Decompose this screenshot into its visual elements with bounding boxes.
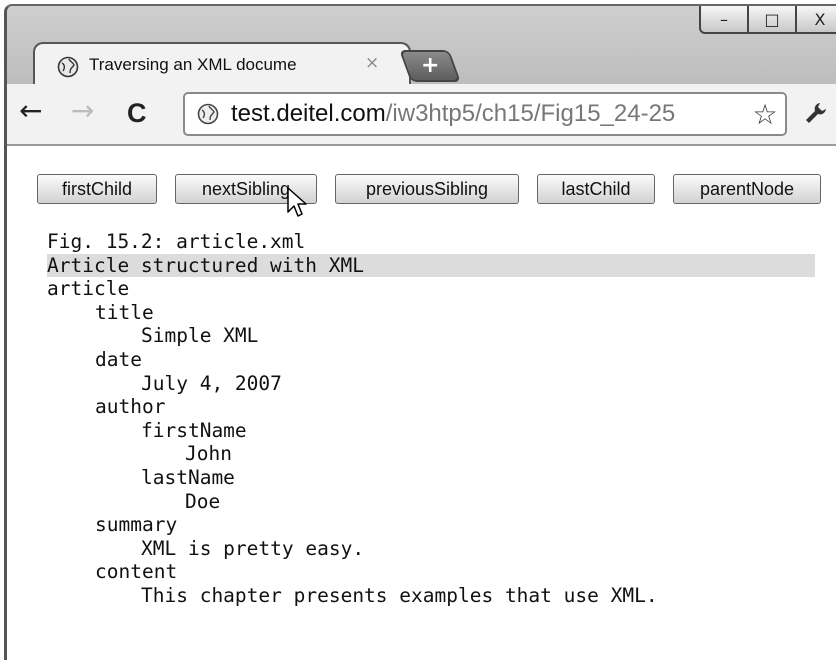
tree-text-summary: XML is pretty easy. xyxy=(141,536,365,560)
reload-button[interactable]: C xyxy=(127,98,147,128)
tree-text-content: This chapter presents examples that use … xyxy=(141,583,658,607)
tree-node-lastname: lastName xyxy=(141,465,235,489)
tree-node-date: date xyxy=(95,347,142,371)
tree-node-author: author xyxy=(95,395,166,419)
title-bar: – □ X Traversing an XML docume × + xyxy=(7,6,836,88)
first-child-button[interactable]: firstChild xyxy=(37,174,157,204)
tree-comment: Fig. 15.2: article.xml xyxy=(47,230,306,253)
url-text: test.deitel.com/iw3htp5/ch15/Fig15_24-25 xyxy=(231,100,743,128)
window-controls: – □ X xyxy=(699,6,836,36)
tree-highlighted-node: Article structured with XML xyxy=(47,253,815,278)
tree-node-content: content xyxy=(95,560,178,584)
last-child-button[interactable]: lastChild xyxy=(537,174,655,204)
active-tab[interactable]: Traversing an XML docume × xyxy=(33,42,411,88)
tree-text-lastname: Doe xyxy=(185,489,221,513)
tree-text-title: Simple XML xyxy=(141,324,259,348)
page-content: firstChild nextSibling previousSibling l… xyxy=(7,146,836,660)
xml-tree-output: Fig. 15.2: article.xml Article structure… xyxy=(47,230,815,608)
tree-node-article: article xyxy=(47,277,130,301)
maximize-button[interactable]: □ xyxy=(747,6,797,34)
wrench-icon[interactable] xyxy=(803,100,829,133)
tree-node-firstname: firstName xyxy=(141,418,247,442)
tree-node-title: title xyxy=(95,300,154,324)
new-tab-button[interactable]: + xyxy=(399,50,461,82)
url-path: /iw3htp5/ch15/Fig15_24-25 xyxy=(385,100,676,127)
back-button[interactable]: ← xyxy=(19,96,42,126)
mouse-pointer-icon xyxy=(286,186,310,225)
bookmark-star-icon[interactable]: ☆ xyxy=(745,94,785,134)
minimize-button[interactable]: – xyxy=(699,6,749,34)
tab-close-icon[interactable]: × xyxy=(365,53,379,73)
url-host: test.deitel.com xyxy=(231,100,386,127)
browser-toolbar: ← → C test.deitel.com/iw3htp5/ch15/Fig15… xyxy=(7,84,836,146)
plus-icon: + xyxy=(420,53,440,78)
tree-node-summary: summary xyxy=(95,513,178,537)
close-window-button[interactable]: X xyxy=(795,6,836,34)
parent-node-button[interactable]: parentNode xyxy=(673,174,821,204)
globe-icon xyxy=(197,103,219,130)
previous-sibling-button[interactable]: previousSibling xyxy=(335,174,519,204)
tree-text-firstname: John xyxy=(185,442,232,466)
tree-text-date: July 4, 2007 xyxy=(141,371,282,395)
globe-icon xyxy=(57,56,79,83)
forward-button[interactable]: → xyxy=(71,96,94,126)
tab-title: Traversing an XML docume xyxy=(89,55,297,74)
browser-window: – □ X Traversing an XML docume × + ← → C xyxy=(4,4,836,660)
address-bar[interactable]: test.deitel.com/iw3htp5/ch15/Fig15_24-25… xyxy=(183,92,787,136)
